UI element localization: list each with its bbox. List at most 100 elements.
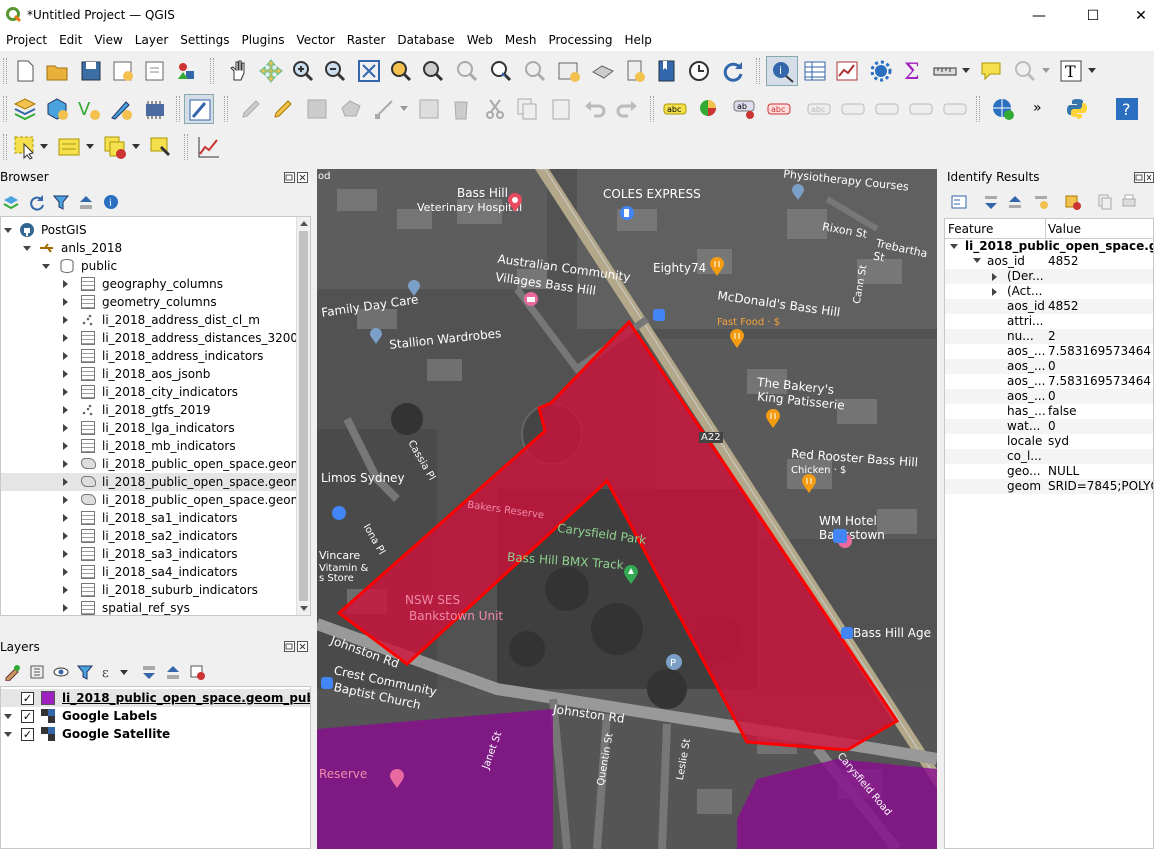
identify-row[interactable]: aos_... 0 (945, 359, 1153, 374)
browser-item[interactable]: li_2018_sa2_indicators (1, 527, 310, 545)
data-source-manager-icon[interactable] (12, 96, 38, 122)
statistical-summary-icon[interactable] (834, 58, 860, 84)
chevron-down-icon[interactable] (1088, 68, 1096, 74)
new-virtual-layer-icon[interactable] (142, 96, 168, 122)
expand-arrow-icon[interactable] (63, 478, 68, 486)
menu-web[interactable]: Web (461, 31, 499, 51)
metasearch-icon[interactable] (990, 96, 1016, 122)
expand-arrow-icon[interactable] (63, 586, 68, 594)
chevron-down-icon[interactable] (120, 670, 128, 676)
expand-arrow-icon[interactable] (63, 514, 68, 522)
chevron-down-icon[interactable] (86, 144, 94, 150)
elevation-profile-icon[interactable] (196, 134, 222, 160)
expand-all-icon[interactable] (140, 663, 158, 681)
expand-arrow-icon[interactable] (63, 424, 68, 432)
identify-row[interactable]: aos_... 7.583169573464 (945, 374, 1153, 389)
collapse-arrow-icon[interactable] (4, 732, 12, 737)
column-divider[interactable] (1045, 219, 1046, 239)
temporal-controller-icon[interactable] (686, 58, 712, 84)
toolbar-grip[interactable] (3, 96, 7, 122)
highlight-pinned-labels-icon[interactable]: ab (732, 96, 758, 122)
close-panel-icon[interactable] (297, 641, 308, 652)
expand-arrow-icon[interactable] (992, 288, 997, 296)
menu-vector[interactable]: Vector (290, 31, 340, 51)
new-bookmark-icon[interactable] (622, 58, 648, 84)
browser-item[interactable]: li_2018_sa4_indicators (1, 563, 310, 581)
bus-stop-icon[interactable] (653, 309, 665, 321)
browser-item[interactable]: li_2018_address_distances_3200m_cl (1, 329, 310, 347)
collapse-arrow-icon[interactable] (4, 714, 12, 719)
expand-arrow-icon[interactable] (63, 550, 68, 558)
zoom-full-icon[interactable] (356, 58, 382, 84)
identify-row[interactable]: (Act... (945, 284, 1153, 299)
identify-row[interactable]: aos_id 4852 (945, 299, 1153, 314)
menu-mesh[interactable]: Mesh (499, 31, 543, 51)
expand-arrow-icon[interactable] (63, 604, 68, 612)
menu-settings[interactable]: Settings (174, 31, 235, 51)
map-tips-icon[interactable] (978, 58, 1004, 84)
browser-item[interactable]: li_2018_public_open_space.geom (1, 455, 310, 473)
browser-item[interactable]: li_2018_sa3_indicators (1, 545, 310, 563)
food-pin-icon[interactable] (765, 409, 781, 429)
collapse-arrow-icon[interactable] (950, 244, 958, 249)
identify-row[interactable]: aos_... 0 (945, 389, 1153, 404)
expand-arrow-icon[interactable] (63, 568, 68, 576)
edits-icon[interactable] (238, 96, 264, 122)
menu-plugins[interactable]: Plugins (235, 31, 290, 51)
browser-item[interactable]: geography_columns (1, 275, 310, 293)
browser-item[interactable]: li_2018_suburb_indicators (1, 581, 310, 599)
gas-station-pin-icon[interactable] (619, 205, 635, 223)
filter-by-expression-icon[interactable]: ε (100, 663, 118, 681)
bus-stop-icon[interactable] (321, 677, 333, 689)
undo-icon[interactable] (582, 96, 608, 122)
expand-arrow-icon[interactable] (63, 280, 68, 288)
chevron-down-icon[interactable] (1042, 68, 1050, 74)
cut-features-icon[interactable] (482, 96, 508, 122)
vertex-tool-icon[interactable] (372, 96, 398, 122)
tree-node-schema[interactable]: public (1, 257, 310, 275)
expand-arrow-icon[interactable] (63, 298, 68, 306)
close-button[interactable]: ✕ (1118, 0, 1154, 31)
layout-manager-icon[interactable] (142, 58, 168, 84)
expand-arrow-icon[interactable] (63, 496, 68, 504)
toolbar-grip[interactable] (176, 96, 180, 122)
identify-row[interactable]: aos_... 7.583169573464 (945, 344, 1153, 359)
reserve-pin-icon[interactable] (389, 769, 405, 789)
expand-arrow-icon[interactable] (63, 406, 68, 414)
add-polygon-feature-icon[interactable] (338, 96, 364, 122)
form-view-icon[interactable] (950, 193, 968, 211)
toolbar-grip[interactable] (3, 134, 7, 160)
open-attribute-table-icon[interactable] (802, 58, 828, 84)
toolbar-grip[interactable] (224, 96, 228, 122)
identify-row[interactable]: aos_id 4852 (945, 254, 1153, 269)
float-panel-icon[interactable] (284, 172, 295, 183)
browser-item[interactable]: li_2018_sa1_indicators (1, 509, 310, 527)
show-bookmarks-icon[interactable] (654, 58, 680, 84)
chevron-down-icon[interactable] (132, 144, 140, 150)
refresh-icon[interactable] (720, 58, 746, 84)
expand-arrow-icon[interactable] (63, 460, 68, 468)
daycare-pin-icon[interactable] (407, 279, 421, 297)
menu-database[interactable]: Database (391, 31, 460, 51)
identify-row[interactable]: co_l... (945, 449, 1153, 464)
zoom-to-selected-icon[interactable] (148, 134, 174, 160)
food-pin-icon[interactable] (729, 329, 745, 349)
filter-legend-icon[interactable] (76, 663, 94, 681)
physio-pin-icon[interactable] (791, 183, 805, 201)
new-3d-map-view-icon[interactable] (590, 58, 616, 84)
scroll-down-icon[interactable] (300, 606, 308, 611)
browser-scrollbar[interactable] (296, 217, 310, 615)
identify-row[interactable]: geo... NULL (945, 464, 1153, 479)
collapse-arrow-icon[interactable] (4, 228, 12, 233)
column-header-value[interactable]: Value (1048, 222, 1081, 236)
delete-selected-icon[interactable] (448, 96, 474, 122)
layer-styling-icon[interactable] (3, 663, 21, 681)
panel-splitter[interactable] (0, 616, 312, 630)
chevron-down-icon[interactable] (40, 144, 48, 150)
toolbar-overflow-button[interactable]: » (1033, 100, 1042, 116)
rotate-label-icon[interactable] (874, 96, 900, 122)
identify-row[interactable]: nu... 2 (945, 329, 1153, 344)
chevron-down-icon[interactable] (962, 68, 970, 74)
bus-stop-icon[interactable] (833, 529, 847, 543)
print-response-icon[interactable] (1120, 193, 1138, 211)
